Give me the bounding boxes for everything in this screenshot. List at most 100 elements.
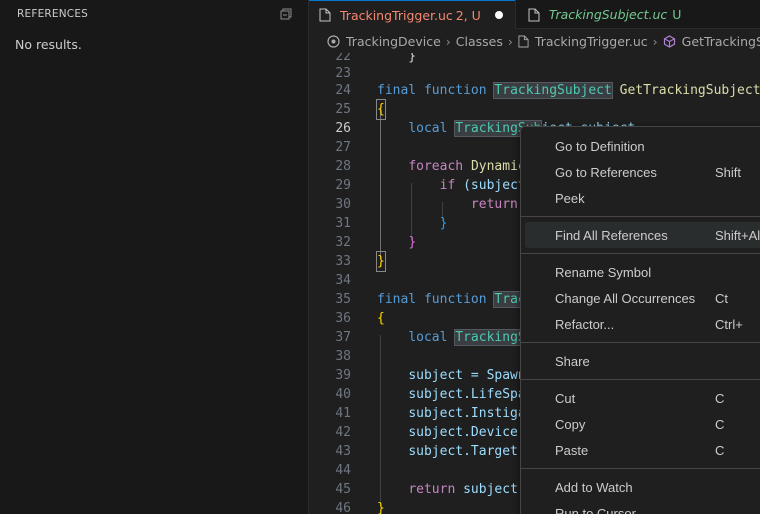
menu-item-label: Rename Symbol [555, 264, 652, 280]
line-number: 38 [335, 349, 351, 364]
line-number: 24 [335, 83, 351, 98]
line-number: 46 [335, 501, 351, 514]
code-text: } [377, 501, 385, 514]
menu-item-label: Go to Definition [555, 138, 645, 154]
menu-item-label: Peek [555, 190, 585, 206]
menu-item-run-to-cursor[interactable]: Run to Cursor [525, 500, 760, 514]
line-number: 27 [335, 140, 351, 155]
line-number: 45 [335, 482, 351, 497]
menu-separator [521, 342, 760, 343]
menu-item-go-to-definition[interactable]: Go to Definition [525, 133, 760, 159]
line-number: 42 [335, 425, 351, 440]
bracket-match: { [376, 99, 386, 120]
collapse-all-icon[interactable] [280, 8, 292, 20]
code-line: local TrackingS [408, 329, 527, 346]
menu-item-share[interactable]: Share [525, 348, 760, 374]
tab-tracking-trigger[interactable]: TrackingTrigger.uc 2, U [309, 0, 515, 29]
tab-tracking-subject[interactable]: TrackingSubject.uc U [514, 0, 694, 29]
code-text: { [377, 311, 385, 326]
menu-item-label: Add to Watch [555, 479, 633, 495]
line-number: 41 [335, 406, 351, 421]
code-line: return [470, 197, 518, 212]
menu-item-refactor[interactable]: Refactor... Ctrl+ [525, 311, 760, 337]
menu-separator [521, 253, 760, 254]
menu-separator [521, 468, 760, 469]
breadcrumb: TrackingDevice › Classes › TrackingTrigg… [309, 30, 760, 53]
code-line: subject = Spawn [408, 368, 526, 383]
menu-item-shortcut: C [715, 442, 725, 458]
line-number: 43 [335, 444, 351, 459]
line-number: 44 [335, 463, 351, 478]
menu-item-label: Find All References [555, 227, 668, 243]
method-icon [663, 35, 675, 48]
line-number: 30 [335, 197, 351, 212]
menu-item-shortcut: C [715, 416, 725, 432]
file-icon [528, 8, 540, 21]
menu-item-label: Share [555, 353, 590, 369]
code-line: subject.Target [408, 444, 518, 459]
menu-item-change-all-occurrences[interactable]: Change All Occurrences Ct [525, 285, 760, 311]
line-number: 28 [335, 159, 351, 174]
menu-item-label: Refactor... [555, 316, 615, 332]
menu-separator [521, 216, 760, 217]
unsaved-dot-icon[interactable] [494, 11, 503, 19]
file-icon [518, 35, 529, 48]
breadcrumb-item-folder[interactable]: TrackingDevice [327, 34, 441, 49]
line-number: 33 [335, 254, 351, 269]
menu-item-shortcut: Ctrl+ [715, 316, 743, 332]
line-number-current: 26 [335, 121, 351, 136]
references-panel-header: REFERENCES [0, 0, 308, 28]
menu-separator [521, 379, 760, 380]
breadcrumb-label: Classes [455, 34, 503, 49]
code-line: if (subject [439, 178, 526, 193]
code-line: subject.LifeSpa [408, 387, 526, 402]
line-number: 35 [335, 292, 351, 307]
symbol-highlight: TrackingSubject [493, 82, 613, 99]
line-number: 37 [335, 330, 351, 345]
breadcrumb-item-symbol[interactable]: GetTrackingSubj [663, 34, 760, 49]
line-number: 39 [335, 368, 351, 383]
menu-item-peek[interactable]: Peek [525, 185, 760, 211]
menu-item-add-to-watch[interactable]: Add to Watch [525, 474, 760, 500]
editor-tabs: TrackingTrigger.uc 2, U TrackingSubject.… [309, 0, 760, 29]
breadcrumb-label: GetTrackingSubj [681, 34, 760, 49]
chevron-right-icon: › [445, 34, 451, 49]
menu-item-rename-symbol[interactable]: Rename Symbol [525, 259, 760, 285]
menu-item-label: Paste [555, 442, 589, 458]
line-number: 40 [335, 387, 351, 402]
tab-status: 2, U [455, 7, 481, 23]
code-line: subject.Device [408, 425, 518, 440]
line-number: 31 [335, 216, 351, 231]
code-line: subject.Instiga [408, 406, 526, 421]
menu-item-label: Copy [555, 416, 586, 432]
breadcrumb-item-file[interactable]: TrackingTrigger.uc [518, 34, 648, 49]
repo-icon [327, 35, 340, 48]
line-number: 25 [335, 102, 351, 117]
menu-item-find-all-references[interactable]: Find All References Shift+Alt [525, 222, 760, 248]
menu-item-shortcut: C [715, 390, 725, 406]
code-line: } [408, 235, 417, 250]
breadcrumb-item-classes[interactable]: Classes [456, 34, 503, 49]
menu-item-label: Go to References [555, 164, 657, 180]
code-line: foreach Dynamic [408, 159, 526, 174]
chevron-right-icon: › [507, 34, 513, 49]
tab-status: U [672, 7, 682, 22]
menu-item-go-to-references[interactable]: Go to References Shift [525, 159, 760, 185]
menu-item-paste[interactable]: Paste C [525, 437, 760, 463]
code-line: return subject; [408, 482, 526, 497]
references-panel: REFERENCES No results. [0, 0, 309, 514]
code-line: } [439, 216, 448, 231]
tab-label: TrackingTrigger.uc [340, 7, 453, 23]
references-panel-title: REFERENCES [17, 8, 89, 20]
code-line: final function Trac [377, 291, 527, 308]
menu-item-copy[interactable]: Copy C [525, 411, 760, 437]
file-icon [319, 8, 331, 22]
menu-item-label: Cut [555, 390, 576, 406]
menu-item-shortcut: Shift+Alt [715, 227, 760, 243]
breadcrumb-label: TrackingTrigger.uc [534, 34, 648, 49]
menu-item-cut[interactable]: Cut C [525, 385, 760, 411]
references-empty-message: No results. [15, 37, 82, 52]
menu-item-label: Change All Occurrences [555, 290, 696, 306]
chevron-right-icon: › [652, 34, 658, 49]
menu-item-shortcut: Shift [715, 164, 742, 180]
